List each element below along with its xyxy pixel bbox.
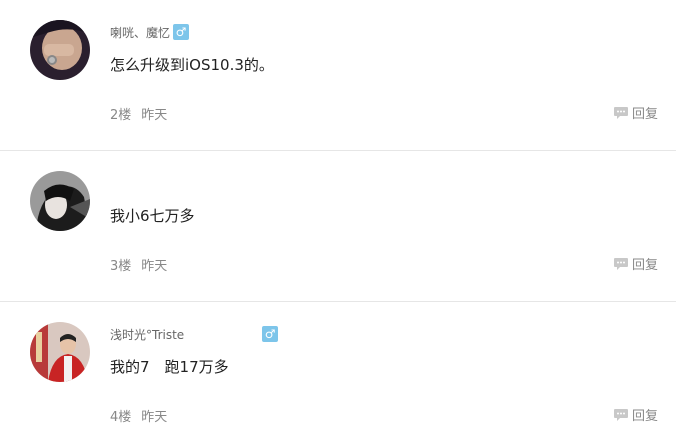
comment-time: 昨天	[141, 259, 168, 274]
male-gender-icon: ♂	[262, 326, 279, 342]
comment-item: 我小6七万多 3楼 昨天 回复	[0, 151, 676, 302]
comment-item: 浅时光°Triste ♂ 我的7 跑17万多 4楼 昨天 回复	[0, 302, 676, 436]
username[interactable]: 喇咣、魔忆	[110, 24, 170, 41]
username-row: 喇咣、魔忆 ♂	[110, 23, 190, 41]
floor-number: 2楼	[110, 108, 132, 123]
comment-text: 我的7 跑17万多	[110, 358, 229, 376]
reply-label: 回复	[631, 409, 658, 424]
avatar[interactable]	[30, 20, 90, 80]
username[interactable]: 浅时光°Triste	[110, 326, 184, 343]
comment-bubble-icon	[613, 257, 629, 271]
comment-meta: 2楼 昨天	[110, 104, 167, 123]
comment-text: 怎么升级到iOS10.3的。	[110, 56, 274, 74]
comment-item: 喇咣、魔忆 ♂ 怎么升级到iOS10.3的。 2楼 昨天 回复	[0, 0, 676, 151]
reply-button[interactable]: 回复	[613, 254, 658, 273]
comment-time: 昨天	[141, 108, 168, 123]
avatar[interactable]	[30, 171, 90, 231]
comment-meta: 3楼 昨天	[110, 255, 167, 274]
avatar-image	[30, 20, 90, 80]
avatar[interactable]	[30, 322, 90, 382]
comment-bubble-icon	[613, 106, 629, 120]
comment-bubble-icon	[613, 408, 629, 422]
floor-number: 4楼	[110, 410, 132, 425]
comment-time: 昨天	[141, 410, 168, 425]
reply-button[interactable]: 回复	[613, 405, 658, 424]
avatar-image	[30, 171, 90, 231]
floor-number: 3楼	[110, 259, 132, 274]
reply-button[interactable]: 回复	[613, 103, 658, 122]
comment-meta: 4楼 昨天	[110, 406, 167, 425]
reply-label: 回复	[631, 107, 658, 122]
reply-label: 回复	[631, 258, 658, 273]
male-gender-icon: ♂	[173, 24, 190, 40]
avatar-image	[30, 322, 90, 382]
comment-text: 我小6七万多	[110, 207, 195, 225]
username-row: 浅时光°Triste ♂	[110, 325, 279, 343]
